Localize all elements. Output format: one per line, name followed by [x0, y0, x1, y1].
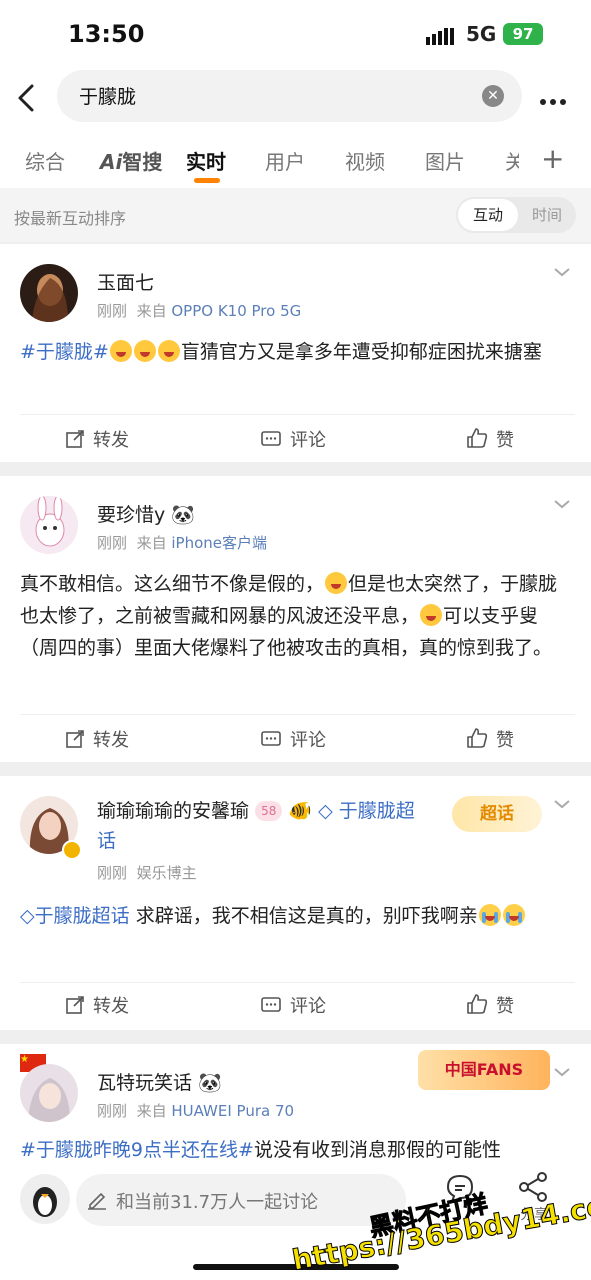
sort-time[interactable]: 时间 [518, 199, 576, 231]
repost-button[interactable]: 转发 [65, 426, 129, 452]
back-icon[interactable] [12, 78, 42, 118]
hashtag-link[interactable]: #于朦胧昨晚9点半还在线# [20, 1139, 254, 1160]
like-button[interactable]: 赞 [466, 426, 514, 452]
discussion-input[interactable]: 和当前31.7万人一起讨论 [76, 1174, 406, 1226]
signal-icon [426, 26, 456, 45]
source-link[interactable]: OPPO K10 Pro 5G [171, 302, 301, 320]
crying-emoji-icon [478, 904, 501, 926]
user-name[interactable]: 要珍惜y 🐼 [97, 500, 195, 527]
crying-emoji-icon [502, 904, 525, 926]
user-name[interactable]: 瑜瑜瑜瑜的安馨瑜 58 🐠 ◇ 于朦胧超话 [97, 796, 427, 856]
search-input[interactable]: 于朦胧 ✕ [57, 70, 522, 122]
post-text: #于朦胧# 盲猜官方又是拿多年遭受抑郁症困扰来搪塞 [20, 340, 542, 363]
post-card: 玉面七 刚刚 来自 OPPO K10 Pro 5G #于朦胧# 盲猜官方又是拿多年… [0, 244, 591, 462]
user-name[interactable]: 瓦特玩笑话 🐼 [97, 1068, 222, 1095]
clear-icon[interactable]: ✕ [482, 85, 504, 107]
divider [20, 414, 575, 415]
source-link[interactable]: HUAWEI Pura 70 [171, 1102, 294, 1120]
post-meta: 刚刚 来自 OPPO K10 Pro 5G [97, 302, 302, 320]
china-fans-badge: 中国FANS [418, 1050, 550, 1090]
scared-emoji-icon [157, 340, 180, 362]
avatar[interactable] [20, 496, 78, 554]
status-bar: 13:50 5G 97 [0, 0, 591, 70]
tab-comprehensive[interactable]: 综合 [25, 146, 65, 175]
post-meta: 刚刚 来自 iPhone客户端 [97, 534, 267, 552]
tab-users[interactable]: 用户 [265, 146, 305, 175]
worried-emoji-icon [325, 572, 348, 594]
active-tab-indicator [194, 178, 220, 183]
discussion-placeholder: 和当前31.7万人一起讨论 [116, 1192, 319, 1213]
chevron-down-icon[interactable] [553, 798, 571, 810]
tab-videos[interactable]: 视频 [345, 146, 385, 175]
tab-bar: 综合 Ai智搜 实时 用户 视频 图片 关 + [0, 130, 591, 188]
level-badge: 58 [255, 801, 283, 821]
status-time: 13:50 [68, 20, 145, 48]
add-tab-icon[interactable]: + [541, 142, 564, 175]
comment-button[interactable]: 评论 [260, 992, 326, 1018]
sort-label: 按最新互动排序 [14, 209, 127, 228]
super-topic-link[interactable]: ◇于朦胧超话 [20, 905, 130, 927]
post-card: ★ 瓦特玩笑话 🐼 刚刚 来自 HUAWEI Pura 70 中国FANS #于… [0, 1044, 591, 1160]
repost-button[interactable]: 转发 [65, 992, 129, 1018]
chevron-down-icon[interactable] [553, 266, 571, 278]
search-query: 于朦胧 [79, 86, 137, 108]
like-button[interactable]: 赞 [466, 992, 514, 1018]
tab-ai-search[interactable]: Ai智搜 [100, 146, 162, 175]
post-card: 瑜瑜瑜瑜的安馨瑜 58 🐠 ◇ 于朦胧超话 刚刚 娱乐博主 超话 ◇于朦胧超话 … [0, 776, 591, 1030]
chevron-down-icon[interactable] [553, 498, 571, 510]
comment-button[interactable]: 评论 [260, 726, 326, 752]
hashtag-link[interactable]: #于朦胧# [20, 341, 109, 363]
pencil-icon [88, 1192, 106, 1210]
comment-button[interactable]: 评论 [260, 426, 326, 452]
divider [20, 982, 575, 983]
chevron-down-icon[interactable] [553, 1066, 571, 1078]
source-link[interactable]: iPhone客户端 [171, 534, 267, 552]
tab-images[interactable]: 图片 [425, 146, 465, 175]
sort-toggle: 互动 时间 [456, 197, 576, 233]
network-label: 5G [466, 22, 497, 46]
like-button[interactable]: 赞 [466, 726, 514, 752]
post-text: ◇于朦胧超话 求辟谣，我不相信这是真的，别吓我啊亲 [20, 900, 575, 932]
post-text: #于朦胧昨晚9点半还在线#说没有收到消息那假的可能性 [20, 1139, 501, 1160]
divider [20, 714, 575, 715]
super-topic-badge: 超话 [452, 796, 542, 832]
panda-icon: 🐼 [198, 1072, 222, 1094]
verified-badge-icon [62, 840, 82, 860]
search-header: 于朦胧 ✕ [0, 70, 591, 130]
post-card: 要珍惜y 🐼 刚刚 来自 iPhone客户端 真不敢相信。这么细节不像是假的，但… [0, 476, 591, 762]
post-meta: 刚刚 娱乐博主 [97, 864, 197, 882]
tab-more[interactable]: 关 [505, 146, 519, 175]
post-meta: 刚刚 来自 HUAWEI Pura 70 [97, 1102, 295, 1120]
sort-interaction[interactable]: 互动 [458, 199, 518, 231]
fish-icon: 🐠 [288, 800, 313, 822]
panda-icon: 🐼 [171, 504, 195, 526]
avatar[interactable] [20, 264, 78, 322]
tab-realtime[interactable]: 实时 [186, 146, 226, 175]
penguin-icon[interactable] [20, 1174, 70, 1224]
post-text: 真不敢相信。这么细节不像是假的， 但是也太突然了，于朦胧也太惨了，之前被雪藏和网暴… [20, 572, 558, 659]
avatar[interactable] [20, 1064, 78, 1122]
scared-emoji-icon [133, 340, 156, 362]
teary-emoji-icon [420, 604, 443, 626]
repost-button[interactable]: 转发 [65, 726, 129, 752]
sort-bar: 按最新互动排序 互动 时间 [0, 188, 591, 242]
scared-emoji-icon [109, 340, 132, 362]
more-icon[interactable] [540, 90, 570, 109]
battery-icon: 97 [503, 23, 543, 45]
user-name[interactable]: 玉面七 [97, 268, 154, 295]
